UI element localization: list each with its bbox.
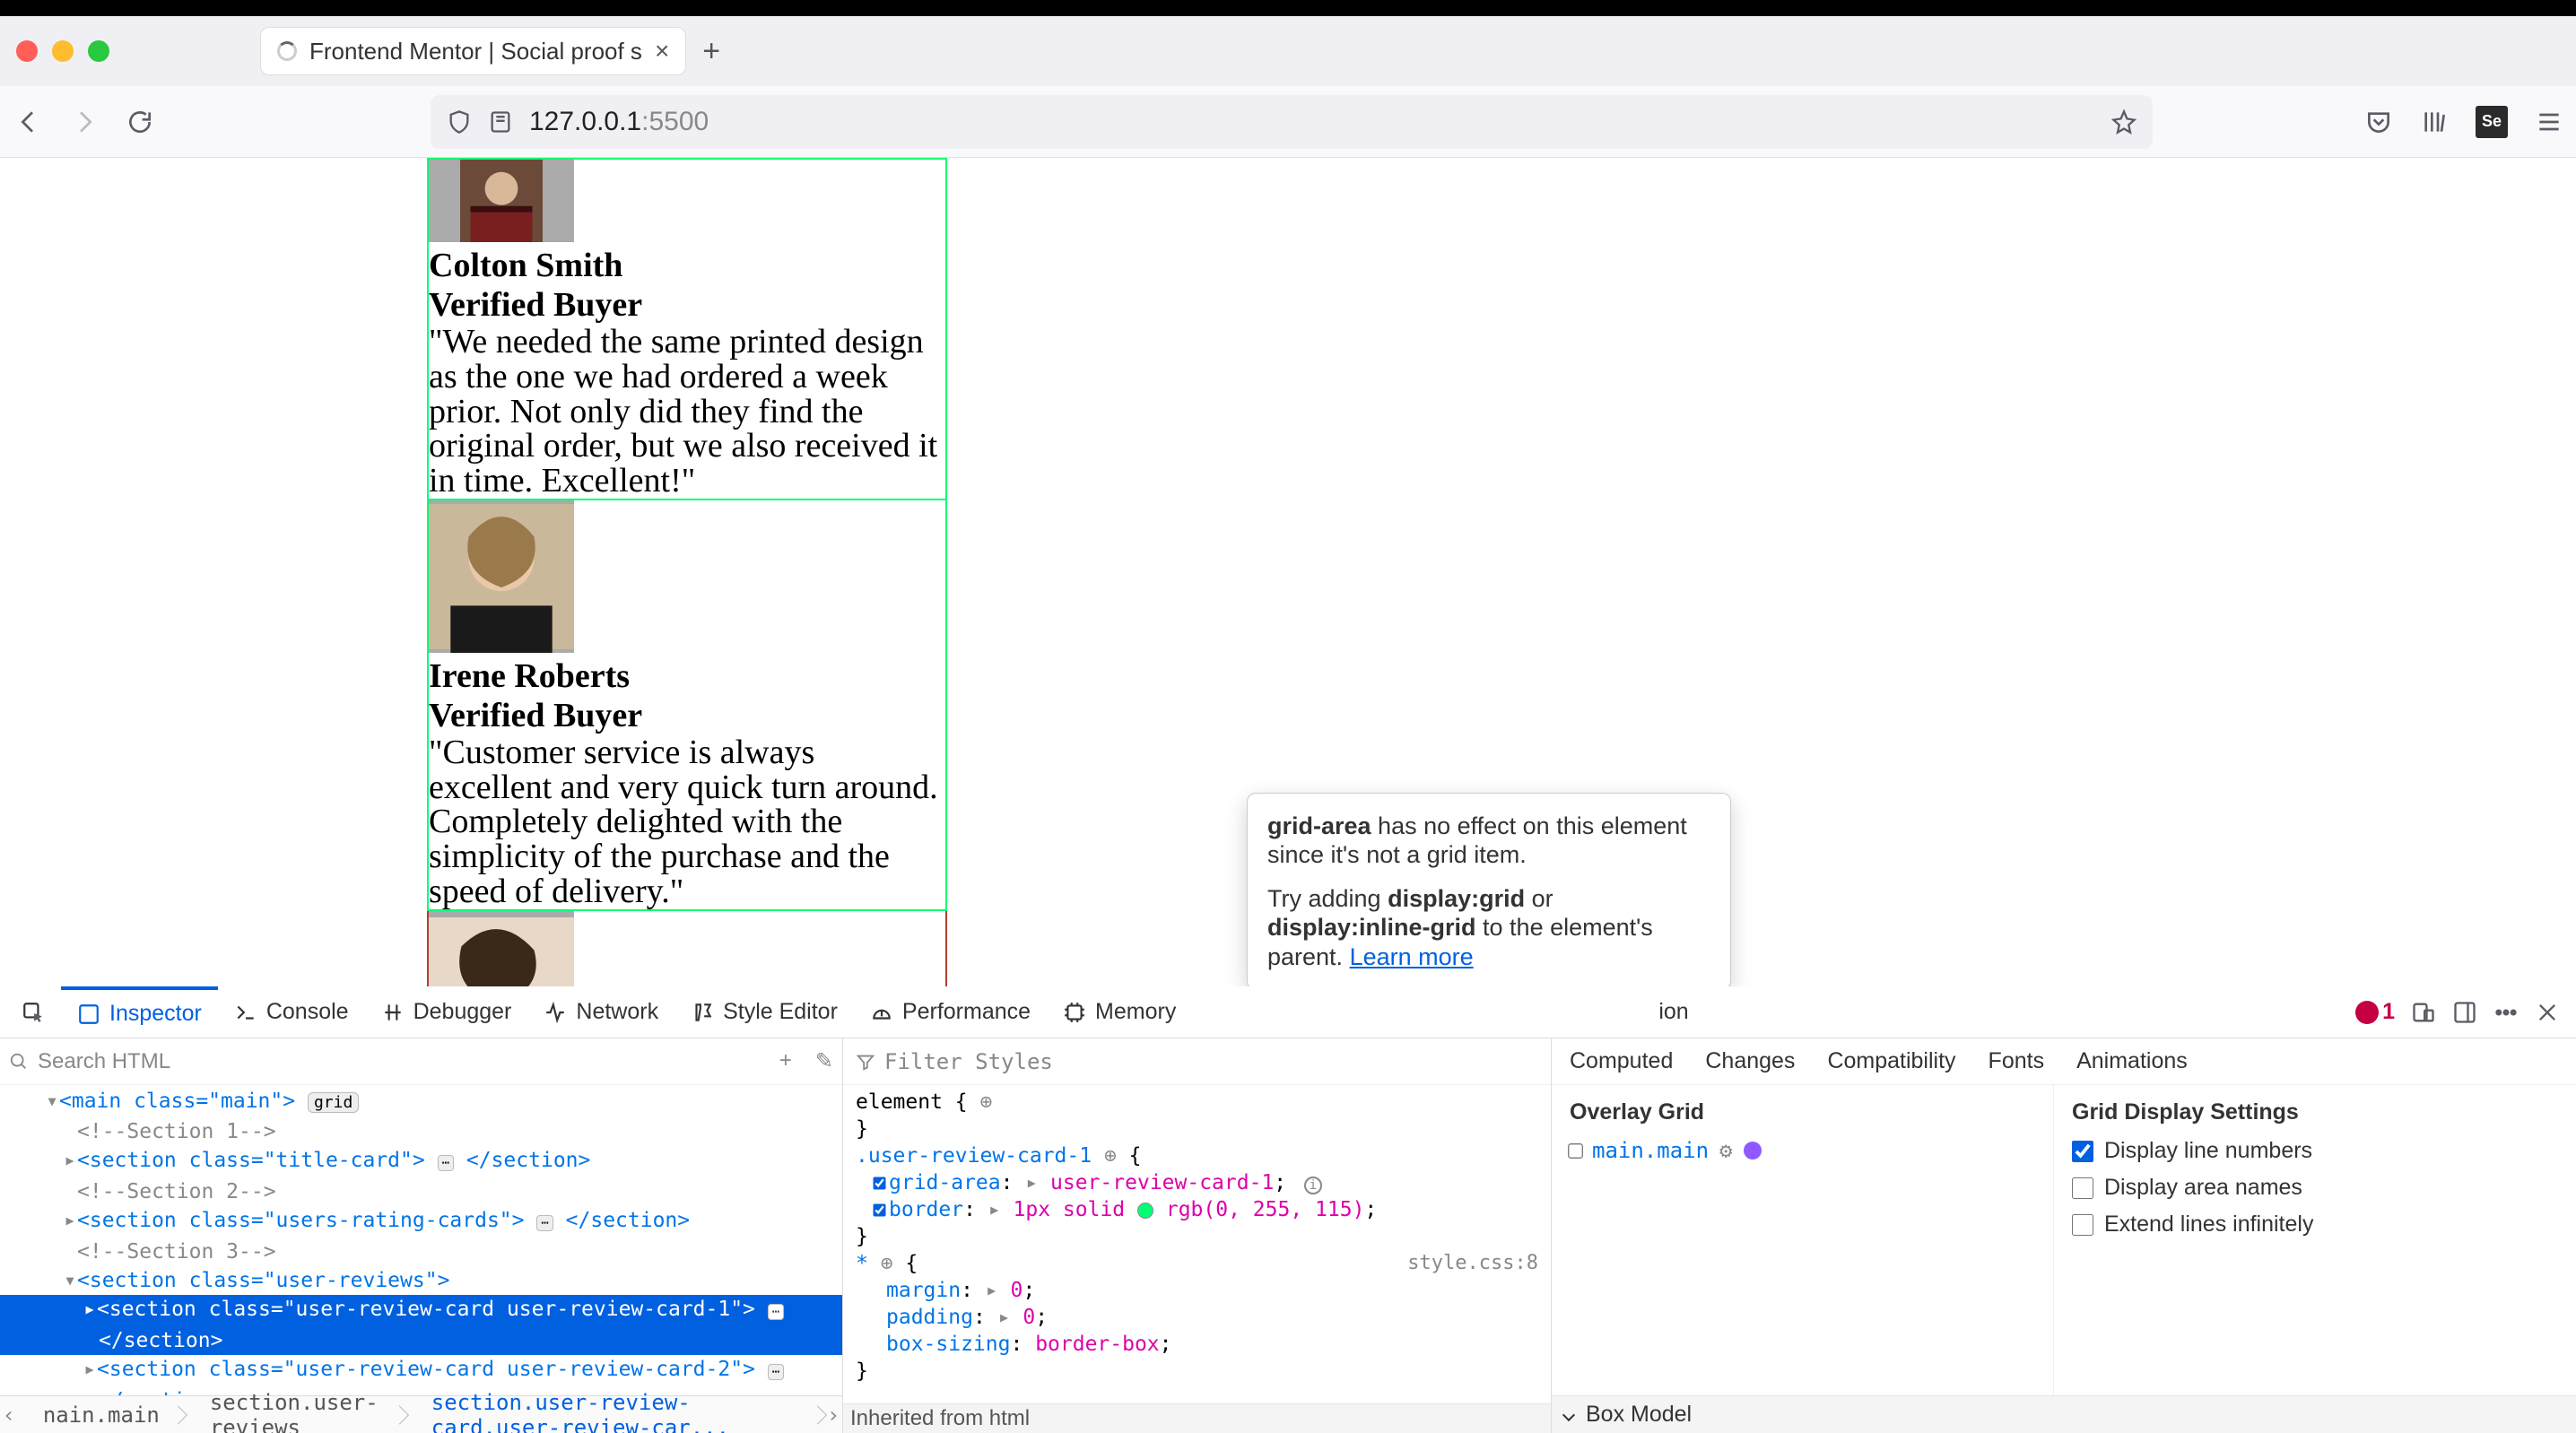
dom-tree[interactable]: ▾<main class="main"> grid <!--Section 1-…	[0, 1085, 842, 1395]
rule-toggle[interactable]	[873, 1203, 885, 1216]
tab-strip: Frontend Mentor | Social proof s × +	[0, 16, 2576, 86]
kebab-menu-icon[interactable]	[2493, 1000, 2519, 1025]
search-html-bar[interactable]: Search HTML + ✎	[0, 1038, 842, 1085]
forward-button	[68, 106, 100, 138]
reviewer-role: Verified Buyer	[429, 285, 945, 325]
avatar	[429, 160, 574, 242]
user-review-card-3	[427, 911, 947, 987]
tab-style-editor[interactable]: Style Editor	[674, 986, 854, 1038]
devtools-panel: Inspector Console Debugger Network Style…	[0, 986, 2576, 1433]
page-viewport: Colton Smith Verified Buyer "We needed t…	[0, 158, 2576, 986]
pocket-icon[interactable]	[2364, 108, 2393, 136]
maximize-window-button[interactable]	[88, 40, 109, 62]
reviewer-name: Colton Smith	[429, 246, 945, 285]
user-review-card-2: Irene Roberts Verified Buyer "Customer s…	[427, 500, 947, 911]
reviewer-name: Irene Roberts	[429, 656, 945, 696]
dock-side-icon[interactable]	[2452, 1000, 2477, 1025]
tab-compatibility[interactable]: Compatibility	[1827, 1048, 1955, 1074]
review-quote: "We needed the same printed design as th…	[429, 325, 945, 499]
tab-inspector[interactable]: Inspector	[61, 986, 218, 1038]
crumb[interactable]: section.user-reviews	[185, 1390, 406, 1433]
search-placeholder: Search HTML	[38, 1049, 170, 1074]
toolbar-right-icons: Se	[2364, 106, 2563, 138]
tab-debugger[interactable]: Debugger	[365, 986, 528, 1038]
crumb[interactable]: section.user-review-card.user-review-car…	[406, 1390, 824, 1433]
close-tab-button[interactable]: ×	[655, 37, 669, 65]
close-devtools-icon[interactable]	[2535, 1000, 2560, 1025]
tab-animations[interactable]: Animations	[2076, 1048, 2188, 1074]
url-text: 127.0.0.1:5500	[529, 107, 709, 137]
error-count-badge[interactable]: 1	[2355, 999, 2395, 1025]
dom-breadcrumbs[interactable]: ‹ nain.main section.user-reviews section…	[0, 1395, 842, 1433]
display-area-names-option[interactable]: Display area names	[2072, 1175, 2558, 1201]
crumb[interactable]: nain.main	[18, 1403, 185, 1428]
learn-more-link[interactable]: Learn more	[1350, 943, 1474, 970]
tab-partial[interactable]: ion	[1658, 999, 1688, 1025]
menu-icon[interactable]	[2535, 108, 2563, 136]
overlay-toggle[interactable]	[1568, 1143, 1583, 1159]
back-button[interactable]	[13, 106, 45, 138]
tab-console[interactable]: Console	[218, 986, 365, 1038]
responsive-mode-icon[interactable]	[2411, 1000, 2436, 1025]
gear-icon[interactable]: ⚙	[1719, 1138, 1732, 1163]
selenium-ide-icon[interactable]: Se	[2476, 106, 2508, 138]
display-line-numbers-option[interactable]: Display line numbers	[2072, 1138, 2558, 1164]
avatar	[429, 500, 574, 653]
minimize-window-button[interactable]	[52, 40, 74, 62]
filter-icon	[856, 1052, 875, 1072]
search-icon	[9, 1052, 29, 1072]
browser-toolbar: 127.0.0.1:5500 Se	[0, 86, 2576, 158]
address-bar[interactable]: 127.0.0.1:5500	[431, 95, 2153, 149]
page-info-icon[interactable]	[488, 109, 513, 135]
extend-lines-option[interactable]: Extend lines infinitely	[2072, 1212, 2558, 1238]
grid-badge[interactable]: grid	[308, 1092, 359, 1113]
side-panel-tabs: Computed Changes Compatibility Fonts Ani…	[1552, 1038, 2576, 1085]
window-titlebar	[0, 0, 2576, 16]
selected-dom-node[interactable]: ▸<section class="user-review-card user-r…	[0, 1295, 842, 1326]
markup-panel: Search HTML + ✎ ▾<main class="main"> gri…	[0, 1038, 843, 1433]
box-model-header[interactable]: Box Model	[1552, 1395, 2576, 1433]
review-quote: "Customer service is always excellent an…	[429, 735, 945, 909]
new-tab-button[interactable]: +	[702, 34, 720, 69]
filter-placeholder: Filter Styles	[884, 1049, 1053, 1074]
crumb-prev-icon[interactable]: ‹	[0, 1403, 18, 1428]
loading-spinner-icon	[277, 41, 297, 61]
grid-settings-heading: Grid Display Settings	[2072, 1099, 2558, 1125]
shield-icon	[447, 109, 472, 135]
tab-title: Frontend Mentor | Social proof s	[309, 38, 642, 65]
inherited-from-label: Inherited from html	[843, 1403, 1551, 1433]
rule-toggle[interactable]	[873, 1177, 885, 1189]
tab-network[interactable]: Network	[527, 986, 674, 1038]
reviewer-role: Verified Buyer	[429, 696, 945, 735]
window-controls	[16, 40, 109, 62]
css-warning-tooltip: grid-area has no effect on this element …	[1247, 793, 1731, 986]
overlay-grid-heading: Overlay Grid	[1570, 1099, 2035, 1125]
color-swatch-icon[interactable]	[1137, 1203, 1153, 1219]
rules-panel: Filter Styles element { ⊕ } .user-review…	[843, 1038, 1552, 1433]
tab-fonts[interactable]: Fonts	[1989, 1048, 2045, 1074]
tab-performance[interactable]: Performance	[854, 986, 1047, 1038]
library-icon[interactable]	[2420, 108, 2449, 136]
avatar	[429, 911, 574, 987]
tab-memory[interactable]: Memory	[1047, 986, 1192, 1038]
element-picker-button[interactable]	[5, 986, 61, 1038]
user-reviews-section: Colton Smith Verified Buyer "We needed t…	[427, 158, 947, 986]
eyedropper-icon[interactable]: ✎	[815, 1048, 833, 1074]
add-element-button[interactable]: +	[779, 1048, 792, 1074]
tab-computed[interactable]: Computed	[1570, 1048, 1673, 1074]
overlay-grid-item[interactable]: main.main ⚙	[1570, 1138, 2035, 1163]
filter-styles-bar[interactable]: Filter Styles	[843, 1038, 1551, 1085]
reload-button[interactable]	[124, 106, 156, 138]
grid-color-swatch[interactable]	[1744, 1142, 1762, 1159]
devtools-tab-bar: Inspector Console Debugger Network Style…	[0, 986, 2576, 1038]
info-icon[interactable]: i	[1304, 1177, 1322, 1194]
side-panel: Computed Changes Compatibility Fonts Ani…	[1552, 1038, 2576, 1433]
browser-tab[interactable]: Frontend Mentor | Social proof s ×	[260, 27, 686, 75]
user-review-card-1: Colton Smith Verified Buyer "We needed t…	[427, 158, 947, 500]
css-rules[interactable]: element { ⊕ } .user-review-card-1 ⊕ { gr…	[843, 1085, 1551, 1403]
bookmark-star-icon[interactable]	[2111, 109, 2137, 135]
tab-changes[interactable]: Changes	[1705, 1048, 1795, 1074]
close-window-button[interactable]	[16, 40, 38, 62]
